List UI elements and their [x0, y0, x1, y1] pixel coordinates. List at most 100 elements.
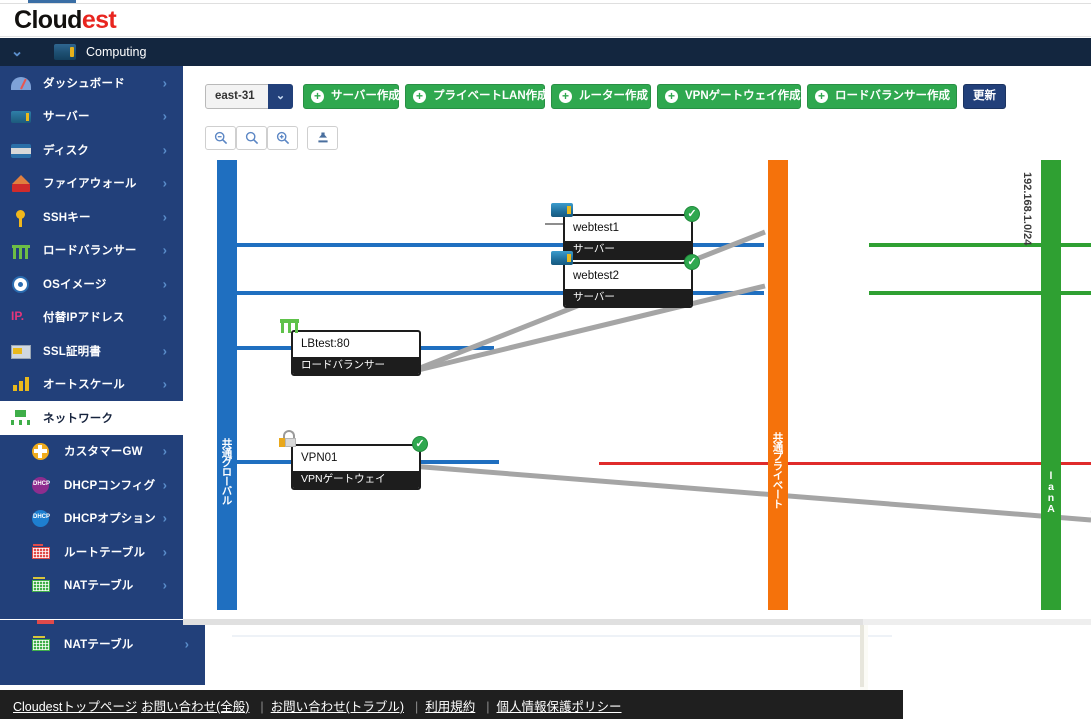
footer-link-3[interactable]: 利用規約: [425, 700, 475, 714]
zoom-in-icon[interactable]: [267, 126, 298, 150]
os-image-icon: [10, 274, 32, 294]
footer-link-4[interactable]: 個人情報保護ポリシー: [497, 700, 622, 714]
sidebar-item-label: 付替IPアドレス: [43, 309, 124, 325]
vpn-lock-icon: [279, 433, 301, 447]
sidebar-item-6[interactable]: OSイメージ ›: [0, 267, 183, 301]
network-bar-private[interactable]: 共通プライベート: [768, 160, 788, 610]
sidebar-item-5[interactable]: ロードバランサー›: [0, 234, 183, 268]
sidebar-item-12[interactable]: DHCPDHCPコンフィグ›: [0, 468, 183, 502]
chevron-right-icon: ›: [163, 343, 167, 358]
network-bar-global[interactable]: 共通グローバル: [217, 160, 237, 610]
chevron-right-icon: ›: [163, 310, 167, 325]
node-name: LBtest:80: [293, 332, 419, 357]
sidebar-item-13[interactable]: DHCPDHCPオプション›: [0, 502, 183, 536]
logo[interactable]: Cloudest: [14, 6, 116, 35]
sidebar-item-3[interactable]: ファイアウォール›: [0, 167, 183, 201]
load-balancer-icon: [279, 319, 301, 333]
sidebar-item-label: オートスケール: [43, 376, 125, 392]
button-label: プライベートLAN作成: [433, 90, 549, 102]
sidebar-item-7[interactable]: IP. 付替IPアドレス ›: [0, 301, 183, 335]
footer-link-0[interactable]: Cloudestトップページ: [13, 700, 137, 714]
logo-text-primary: Cloud: [14, 6, 82, 34]
ip-address-icon: IP.: [10, 307, 32, 327]
computing-header: ⌄ Computing: [0, 38, 1091, 66]
sidebar-item-10[interactable]: ネットワーク: [0, 401, 183, 435]
network-bar-label: 共通グローバル: [220, 438, 235, 505]
status-badge: ✓: [412, 436, 428, 452]
node-type: サーバー: [565, 289, 691, 306]
refresh-button[interactable]: 更新: [963, 84, 1006, 109]
main-panel: east-31 ⌄ +サーバー作成+プライベートLAN作成+ルーター作成+VPN…: [183, 66, 1091, 621]
node-webtest1[interactable]: ✓ webtest1 サーバー: [563, 214, 693, 260]
button-label: ロードバランサー作成: [835, 90, 950, 102]
button-label: サーバー作成: [331, 90, 400, 102]
scrollbar-thumb[interactable]: [860, 625, 864, 687]
sidebar-item-label: OSイメージ: [43, 276, 107, 292]
network-bar-lana[interactable]: lanA: [1041, 160, 1061, 610]
sidebar-item-1[interactable]: サーバー›: [0, 100, 183, 134]
chevron-right-icon: ›: [163, 142, 167, 157]
sidebar-item-8[interactable]: SSL証明書›: [0, 334, 183, 368]
download-icon[interactable]: [307, 126, 338, 150]
sidebar-item-label: SSHキー: [43, 209, 91, 225]
region-select-value: east-31: [215, 90, 255, 102]
create-button-1[interactable]: +プライベートLAN作成: [405, 84, 545, 109]
server-icon: [10, 106, 32, 126]
node-type: VPNゲートウェイ: [293, 471, 419, 488]
footer-link-1[interactable]: お問い合わせ(全般): [141, 700, 249, 714]
chevron-right-icon: ›: [163, 176, 167, 191]
sidebar-item-11[interactable]: カスタマーGW›: [0, 435, 183, 469]
node-name: VPN01: [293, 446, 419, 471]
chevron-right-icon: ›: [163, 243, 167, 258]
footer-links[interactable]: Cloudestトップページお問い合わせ(全般)|お問い合わせ(トラブル)|利用…: [13, 696, 626, 715]
sidebar-item-label: NATテーブル: [64, 636, 134, 652]
sidebar-item-14[interactable]: ルートテーブル›: [0, 535, 183, 569]
node-name: webtest2: [565, 264, 691, 289]
create-button-3[interactable]: +VPNゲートウェイ作成: [657, 84, 801, 109]
ssl-certificate-icon: [10, 341, 32, 361]
region-select[interactable]: east-31 ⌄: [205, 84, 293, 109]
network-diagram-canvas[interactable]: 共通グローバル 共通プライベート lanA 192.168.1.0/24 ✓ w…: [205, 160, 1091, 620]
plus-circle-icon: +: [311, 90, 324, 103]
chevron-down-icon[interactable]: ⌄: [268, 84, 293, 109]
node-webtest2[interactable]: ✓ webtest2 サーバー: [563, 262, 693, 308]
sidebar-item-nat-table-sticky[interactable]: NATテーブル ›: [0, 620, 205, 668]
sidebar-item-0[interactable]: ダッシュボード›: [0, 66, 183, 100]
chevron-right-icon: ›: [163, 75, 167, 90]
plus-circle-icon: +: [559, 90, 572, 103]
footer-link-2[interactable]: お問い合わせ(トラブル): [271, 700, 404, 714]
sidebar-item-2[interactable]: ディスク›: [0, 133, 183, 167]
sidebar[interactable]: ダッシュボード›サーバー›ディスク›ファイアウォール›SSHキー›ロードバランサ…: [0, 66, 183, 619]
node-lbtest[interactable]: LBtest:80 ロードバランサー: [291, 330, 421, 376]
network-bar-label: 共通プライベート: [771, 432, 786, 508]
create-button-2[interactable]: +ルーター作成: [551, 84, 651, 109]
sidebar-item-15[interactable]: NATテーブル›: [0, 569, 183, 603]
footer-separator: |: [486, 700, 489, 714]
sidebar-item-4[interactable]: SSHキー›: [0, 200, 183, 234]
network-cidr-label: 192.168.1.0/24: [1021, 172, 1033, 245]
zoom-reset-icon[interactable]: [236, 126, 267, 150]
dashboard-icon: [10, 73, 32, 93]
chevron-right-icon: ›: [163, 444, 167, 459]
create-button-4[interactable]: +ロードバランサー作成: [807, 84, 957, 109]
create-button-0[interactable]: + サーバー作成: [303, 84, 399, 109]
chevron-right-icon: ›: [163, 511, 167, 526]
disk-icon: [10, 140, 32, 160]
zoom-out-icon[interactable]: [205, 126, 236, 150]
chevron-right-icon: ›: [163, 377, 167, 392]
chevron-right-icon: ›: [163, 109, 167, 124]
node-vpn01[interactable]: ✓ VPN01 VPNゲートウェイ: [291, 444, 421, 490]
node-type: ロードバランサー: [293, 357, 419, 374]
key-icon: [10, 207, 32, 227]
chevron-right-icon: ›: [163, 276, 167, 291]
node-name: webtest1: [565, 216, 691, 241]
sidebar-item-9[interactable]: オートスケール ›: [0, 368, 183, 402]
server-icon: [54, 44, 76, 60]
page-title: Computing: [86, 43, 146, 61]
plus-circle-icon: +: [413, 90, 426, 103]
load-balancer-icon: [10, 240, 32, 260]
sidebar-sticky-nat-table[interactable]: NATテーブル ›: [0, 620, 205, 685]
chevron-down-icon[interactable]: ⌄: [8, 43, 26, 61]
autoscale-icon: [10, 374, 32, 394]
sidebar-item-label: DHCPオプション: [64, 510, 156, 526]
